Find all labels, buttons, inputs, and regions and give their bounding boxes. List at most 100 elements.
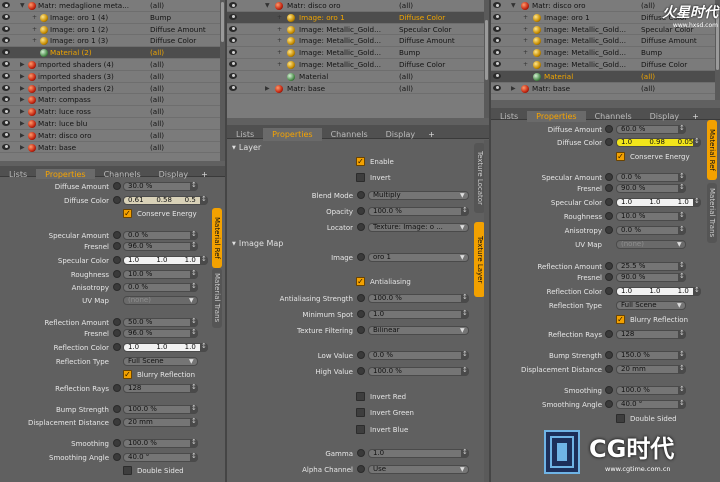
add-tab-button[interactable]: + bbox=[197, 169, 212, 179]
image-map-section-header[interactable]: Image Map bbox=[232, 239, 283, 248]
displacement-stepper-icon[interactable] bbox=[678, 364, 686, 374]
specular-amount-stepper-icon[interactable] bbox=[190, 230, 198, 240]
invert-checkbox[interactable] bbox=[356, 173, 365, 182]
tree-row[interactable]: + Image: Metallic_Gold... Bump bbox=[227, 47, 489, 59]
anisotropy-stepper-icon[interactable] bbox=[190, 282, 198, 292]
reflection-type-select[interactable]: Full Scene bbox=[616, 301, 686, 310]
tree-row[interactable]: Material (all) bbox=[491, 70, 720, 83]
vtab-material-trans[interactable]: Material Trans bbox=[707, 183, 717, 243]
visibility-eye-icon[interactable] bbox=[229, 25, 237, 32]
visibility-eye-icon[interactable] bbox=[2, 72, 10, 79]
visibility-eye-icon[interactable] bbox=[229, 49, 237, 56]
expand-toggle-icon[interactable]: + bbox=[32, 24, 37, 35]
specular-color-stepper-icon[interactable] bbox=[693, 197, 701, 207]
expand-toggle-icon[interactable]: ▶ bbox=[265, 83, 270, 94]
tree-row[interactable]: Material (all) bbox=[227, 71, 489, 83]
visibility-eye-icon[interactable] bbox=[2, 13, 10, 20]
vtab-material-ref[interactable]: Material Ref bbox=[212, 208, 222, 268]
opacity-animate-dot[interactable] bbox=[357, 207, 365, 215]
anisotropy-field[interactable]: 0.0 % bbox=[123, 283, 198, 292]
low-value-field[interactable]: 0.0 % bbox=[368, 351, 469, 360]
expand-toggle-icon[interactable]: + bbox=[523, 12, 528, 23]
reflection-color-stepper-icon[interactable] bbox=[693, 286, 701, 296]
diffuse-amount-animate-dot[interactable] bbox=[113, 182, 121, 190]
visibility-eye-icon[interactable] bbox=[2, 2, 10, 8]
reflection-color-animate-dot[interactable] bbox=[113, 343, 121, 351]
visibility-eye-icon[interactable] bbox=[493, 37, 501, 44]
high-value-animate-dot[interactable] bbox=[357, 367, 365, 375]
visibility-eye-icon[interactable] bbox=[229, 60, 237, 67]
roughness-field[interactable]: 10.0 % bbox=[123, 270, 198, 279]
add-tab-button[interactable]: + bbox=[424, 128, 439, 141]
fresnel-field[interactable]: 96.0 % bbox=[123, 242, 198, 251]
refl-fresnel-stepper-icon[interactable] bbox=[190, 328, 198, 338]
enable-checkbox[interactable]: ✓ bbox=[356, 157, 365, 166]
invert-blue-checkbox[interactable] bbox=[356, 425, 365, 434]
bump-strength-field[interactable]: 150.0 % bbox=[616, 351, 686, 360]
diffuse-amount-field[interactable]: 30.0 % bbox=[123, 182, 198, 191]
tab-channels[interactable]: Channels bbox=[586, 111, 641, 122]
smoothing-angle-stepper-icon[interactable] bbox=[678, 399, 686, 409]
tree-row[interactable]: + Image: oro 1 (4) Bump bbox=[0, 12, 225, 24]
tree-row[interactable]: + Image: Metallic_Gold... Diffuse Amount bbox=[227, 35, 489, 48]
alpha-channel-select[interactable]: Use bbox=[368, 465, 469, 474]
tree-row[interactable]: ▶ imported shaders (3) (all) bbox=[0, 71, 225, 83]
specular-amount-animate-dot[interactable] bbox=[113, 231, 121, 239]
visibility-eye-icon[interactable] bbox=[2, 96, 10, 103]
anisotropy-animate-dot[interactable] bbox=[605, 226, 613, 234]
smoothing-angle-field[interactable]: 40.0 ° bbox=[123, 453, 198, 462]
roughness-animate-dot[interactable] bbox=[113, 270, 121, 278]
texture-filtering-animate-dot[interactable] bbox=[357, 326, 365, 334]
vtab-material-ref[interactable]: Material Ref bbox=[707, 120, 717, 180]
reflection-color-field[interactable]: 1.0 1.0 1.0 bbox=[616, 287, 701, 296]
diffuse-amount-stepper-icon[interactable] bbox=[190, 181, 198, 191]
displacement-animate-dot[interactable] bbox=[113, 418, 121, 426]
reflection-color-stepper-icon[interactable] bbox=[200, 342, 208, 352]
visibility-eye-icon[interactable] bbox=[2, 131, 10, 138]
bump-strength-stepper-icon[interactable] bbox=[678, 350, 686, 360]
refl-fresnel-field[interactable]: 90.0 % bbox=[616, 273, 686, 282]
tree-row[interactable]: + Image: oro 1 Diffuse Color bbox=[227, 11, 489, 24]
reflection-rays-stepper-icon[interactable] bbox=[678, 329, 686, 339]
diffuse-amount-field[interactable]: 60.0 % bbox=[616, 125, 686, 134]
image-select[interactable]: oro 1 bbox=[368, 253, 469, 262]
visibility-eye-icon[interactable] bbox=[2, 25, 10, 32]
gamma-stepper-icon[interactable] bbox=[461, 448, 469, 458]
expand-toggle-icon[interactable]: ▶ bbox=[20, 142, 25, 153]
smoothing-angle-animate-dot[interactable] bbox=[113, 453, 121, 461]
bump-strength-field[interactable]: 100.0 % bbox=[123, 405, 198, 414]
minimum-spot-animate-dot[interactable] bbox=[357, 310, 365, 318]
locator-animate-dot[interactable] bbox=[357, 223, 365, 231]
antialiasing-strength-stepper-icon[interactable] bbox=[461, 293, 469, 303]
smoothing-animate-dot[interactable] bbox=[605, 386, 613, 394]
invert-red-checkbox[interactable] bbox=[356, 392, 365, 401]
texture-filtering-select[interactable]: Bilinear bbox=[368, 326, 469, 335]
tab-channels[interactable]: Channels bbox=[322, 128, 377, 141]
diffuse-color-field[interactable]: 0.61 0.58 0.5 bbox=[123, 196, 208, 205]
blend-mode-select[interactable]: Multiply bbox=[368, 191, 469, 200]
reflection-amount-field[interactable]: 25.5 % bbox=[616, 262, 686, 271]
reflection-rays-stepper-icon[interactable] bbox=[190, 383, 198, 393]
specular-color-animate-dot[interactable] bbox=[605, 198, 613, 206]
displacement-field[interactable]: 20 mm bbox=[616, 365, 686, 374]
tree-row[interactable]: ▶ Matr: luce ross (all) bbox=[0, 106, 225, 118]
tree-row[interactable]: ▶ Matr: compass (all) bbox=[0, 94, 225, 107]
reflection-amount-animate-dot[interactable] bbox=[605, 262, 613, 270]
tree-row[interactable]: Material (2) (all) bbox=[0, 47, 225, 59]
roughness-stepper-icon[interactable] bbox=[678, 211, 686, 221]
tree-row[interactable]: ▶ Matr: disco oro (all) bbox=[0, 130, 225, 142]
fresnel-animate-dot[interactable] bbox=[605, 184, 613, 192]
visibility-eye-icon[interactable] bbox=[229, 84, 237, 91]
diffuse-amount-stepper-icon[interactable] bbox=[678, 124, 686, 134]
reflection-amount-animate-dot[interactable] bbox=[113, 318, 121, 326]
opacity-stepper-icon[interactable] bbox=[461, 206, 469, 216]
double-sided-checkbox[interactable] bbox=[616, 414, 625, 423]
vtab-material-trans[interactable]: Material Trans bbox=[212, 268, 222, 328]
smoothing-animate-dot[interactable] bbox=[113, 439, 121, 447]
fresnel-stepper-icon[interactable] bbox=[678, 183, 686, 193]
diffuse-amount-animate-dot[interactable] bbox=[605, 125, 613, 133]
visibility-eye-icon[interactable] bbox=[229, 13, 237, 20]
tab-display[interactable]: Display bbox=[377, 128, 425, 141]
visibility-eye-icon[interactable] bbox=[229, 72, 237, 79]
high-value-stepper-icon[interactable] bbox=[461, 366, 469, 376]
